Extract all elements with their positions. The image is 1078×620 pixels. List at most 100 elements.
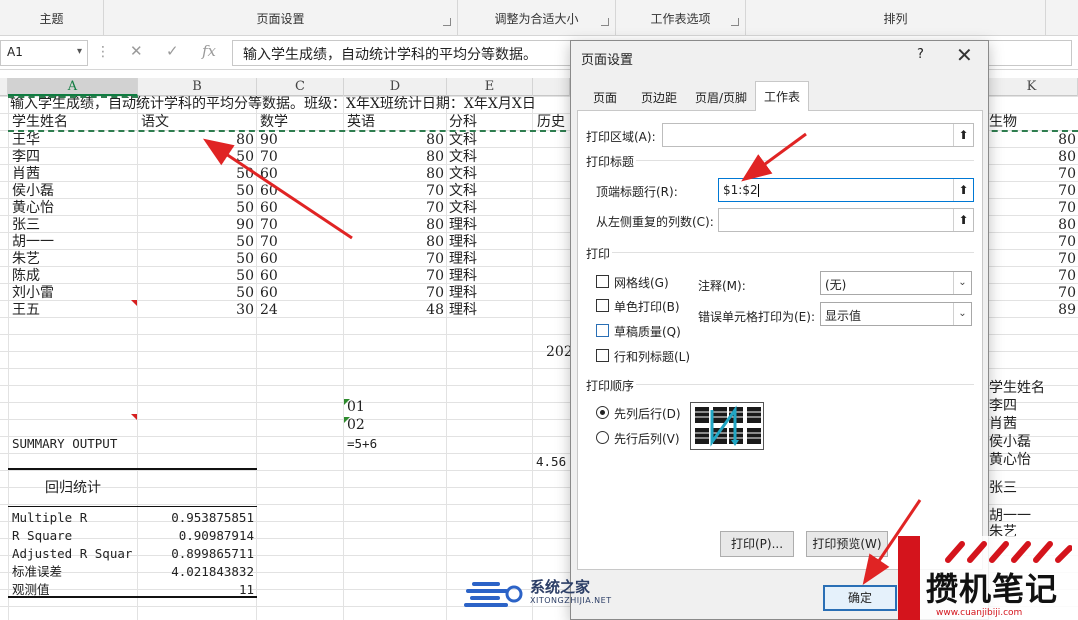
header-history[interactable]: 历史 [537,114,565,131]
print-area-input[interactable]: ⬆ [662,123,974,147]
ribbon-group-arrange[interactable]: 排列 [746,0,1046,36]
ribbon-group-scale-to-fit[interactable]: 调整为合适大小 [458,0,616,36]
cell-k-name[interactable]: 学生姓名 [989,380,1045,397]
cell-english[interactable]: 80 [344,217,444,234]
cell-k-name[interactable]: 肖茜 [989,416,1017,433]
ribbon-group-sheet-options[interactable]: 工作表选项 [616,0,746,36]
header-english[interactable]: 英语 [347,114,375,131]
draft-label[interactable]: 草稿质量(Q) [614,323,681,340]
ribbon-group-theme[interactable]: 主题 [0,0,104,36]
cell-bio[interactable]: 80 [986,132,1076,149]
cell-bio[interactable]: 70 [986,166,1076,183]
stat-value[interactable]: 4.021843832 [138,563,254,580]
cell-bio[interactable]: 70 [986,285,1076,302]
tab-header-footer[interactable]: 页眉/页脚 [687,83,756,110]
cell-bio[interactable]: 80 [986,217,1076,234]
cell-bio[interactable]: 70 [986,200,1076,217]
cell-math[interactable]: 60 [260,200,340,217]
over-then-down-label[interactable]: 先行后列(V) [614,430,680,447]
dialog-launcher-icon[interactable] [601,18,609,26]
cell-chinese[interactable]: 80 [138,132,254,149]
header-name[interactable]: 学生姓名 [12,114,68,131]
tab-sheet[interactable]: 工作表 [755,81,810,111]
cell-english[interactable]: 70 [344,183,444,200]
cell-math[interactable]: 70 [260,234,340,251]
cell-track[interactable]: 理科 [449,302,529,319]
cell-name[interactable]: 刘小雷 [12,285,132,302]
cell-english[interactable]: 70 [344,268,444,285]
cell-english[interactable]: 80 [344,132,444,149]
stat-label[interactable]: R Square [12,527,136,544]
cell-bio[interactable]: 70 [986,183,1076,200]
cell-track[interactable]: 理科 [449,268,529,285]
cell-k-name[interactable]: 黄心怡 [989,452,1031,469]
cell-math[interactable]: 24 [260,302,340,319]
cell-english[interactable]: 80 [344,166,444,183]
cell-math[interactable]: 70 [260,149,340,166]
cell-track[interactable]: 文科 [449,200,529,217]
cell-name[interactable]: 胡一一 [12,234,132,251]
draft-checkbox[interactable] [596,324,609,337]
dialog-launcher-icon[interactable] [731,18,739,26]
column-d[interactable]: D [344,78,447,96]
regression-title[interactable]: 回归统计 [45,480,101,497]
cell-k-name[interactable]: 胡一一 [989,508,1031,525]
enter-icon[interactable]: ✓ [166,42,179,60]
cell-f-partial[interactable]: 202 [546,344,573,361]
tab-margins[interactable]: 页边距 [633,83,686,110]
cell-chinese[interactable]: 50 [138,166,254,183]
cell-math[interactable]: 60 [260,183,340,200]
mono-label[interactable]: 单色打印(B) [614,298,680,315]
headings-checkbox[interactable] [596,349,609,362]
chevron-down-icon[interactable]: ▾ [77,46,82,57]
top-rows-input[interactable]: $1:$2 ⬆ [718,178,974,202]
column-k[interactable]: K [986,78,1078,96]
cell-track[interactable]: 文科 [449,149,529,166]
cell-name[interactable]: 侯小磊 [12,183,132,200]
column-e[interactable]: E [447,78,533,96]
cell-name[interactable]: 王五 [12,302,132,319]
cell-chinese[interactable]: 50 [138,200,254,217]
down-then-over-radio[interactable] [596,406,609,419]
cell-track[interactable]: 文科 [449,183,529,200]
cancel-icon[interactable]: ✕ [130,42,143,60]
title-cell[interactable]: 输入学生成绩，自动统计学科的平均分等数据。班级：X年X班统计日期：X年X月X日 [10,96,536,113]
left-cols-input[interactable]: ⬆ [718,208,974,232]
cell-name[interactable]: 张三 [12,217,132,234]
cell-name[interactable]: 黄心怡 [12,200,132,217]
cell-english[interactable]: 70 [344,251,444,268]
cell-math[interactable]: 60 [260,268,340,285]
cell-track[interactable]: 文科 [449,132,529,149]
header-track[interactable]: 分科 [449,114,477,131]
cell-f-partial-2[interactable]: 4.56 [536,453,566,470]
cell-chinese[interactable]: 50 [138,234,254,251]
column-b[interactable]: B [138,78,257,96]
stat-value[interactable]: 0.953875851 [138,509,254,526]
collapse-dialog-icon[interactable]: ⬆ [953,179,973,201]
summary-output[interactable]: SUMMARY OUTPUT [12,435,117,452]
cell-name[interactable]: 肖茜 [12,166,132,183]
close-icon[interactable]: ✕ [956,43,973,67]
header-math[interactable]: 数学 [260,114,288,131]
cell-chinese[interactable]: 50 [138,268,254,285]
cell-d-formula[interactable]: =5+6 [347,435,377,452]
cell-bio[interactable]: 89 [986,302,1076,319]
cell-name[interactable]: 李四 [12,149,132,166]
chevron-down-icon[interactable]: ⌄ [953,272,971,294]
cell-english[interactable]: 80 [344,234,444,251]
cell-name[interactable]: 王华 [12,132,132,149]
stat-value[interactable]: 0.899865711 [138,545,254,562]
cell-track[interactable]: 文科 [449,166,529,183]
cell-bio[interactable]: 70 [986,234,1076,251]
name-box[interactable]: A1 ▾ [0,40,88,66]
cell-bio[interactable]: 70 [986,268,1076,285]
cell-track[interactable]: 理科 [449,285,529,302]
cell-english[interactable]: 70 [344,285,444,302]
cell-track[interactable]: 理科 [449,234,529,251]
cell-english[interactable]: 48 [344,302,444,319]
ok-button[interactable]: 确定 [823,585,897,611]
print-preview-button[interactable]: 打印预览(W) [806,531,888,557]
stat-label[interactable]: 标准误差 [12,563,136,580]
gridlines-label[interactable]: 网格线(G) [614,274,669,291]
print-button[interactable]: 打印(P)... [720,531,794,557]
